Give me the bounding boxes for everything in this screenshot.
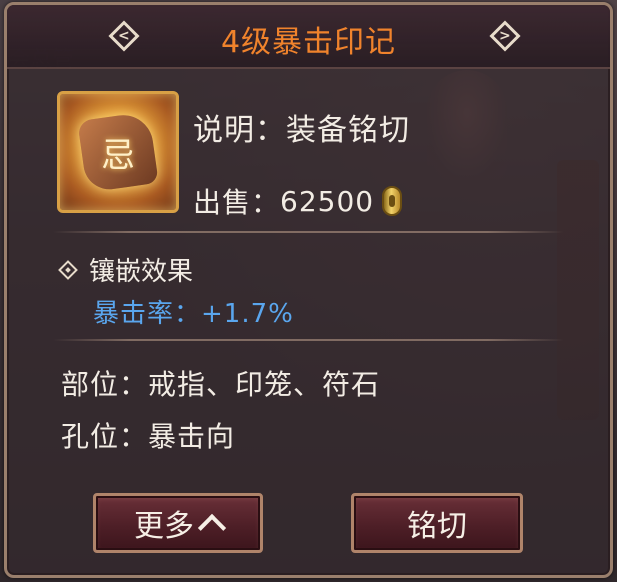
hole-position: 孔位：暴击向 bbox=[61, 420, 236, 453]
inscribe-button[interactable]: 铭切 bbox=[351, 493, 523, 553]
crit-rate-stat: 暴击率：+1.7% bbox=[93, 299, 294, 329]
sell-price-label: 出售： bbox=[193, 186, 281, 219]
chevron-up-icon bbox=[197, 513, 227, 543]
gold-coin-icon bbox=[382, 186, 403, 216]
inlay-effect-heading: 镶嵌效果 bbox=[58, 251, 194, 288]
more-button-label: 更多 bbox=[134, 509, 194, 544]
diamond-bullet-icon bbox=[58, 259, 78, 280]
sell-price-value: 62500 bbox=[280, 184, 375, 218]
divider bbox=[53, 231, 564, 233]
equip-position: 部位：戒指、印笼、符石 bbox=[61, 368, 381, 401]
crit-seal-stone-icon: 忌 bbox=[57, 91, 179, 213]
item-tooltip-panel: < 4级暴击印记 > 忌 说明：装备铭切 出售： 62500 镶嵌效果 暴击率：… bbox=[4, 2, 613, 578]
divider bbox=[53, 339, 564, 341]
item-description: 说明：装备铭切 bbox=[193, 113, 410, 148]
game-screen: 会总管 < 4级暴击印记 > 忌 说明：装备铭切 出售： 62500 镶嵌效果 … bbox=[0, 0, 617, 582]
title-bar: < 4级暴击印记 > bbox=[7, 5, 610, 69]
chevron-right-diamond-icon[interactable]: > bbox=[488, 19, 522, 53]
inlay-heading-text: 镶嵌效果 bbox=[89, 257, 194, 287]
sell-price: 出售： 62500 bbox=[193, 181, 403, 221]
more-button[interactable]: 更多 bbox=[93, 493, 263, 553]
inscribe-button-label: 铭切 bbox=[407, 509, 467, 544]
